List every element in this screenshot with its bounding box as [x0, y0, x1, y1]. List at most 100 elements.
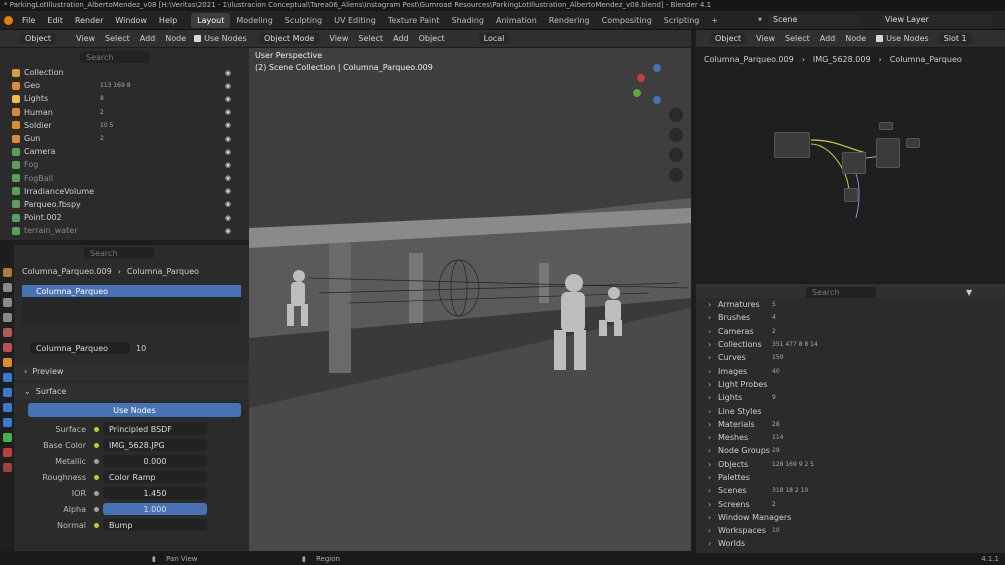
perspective-grid-icon[interactable]: [669, 168, 683, 182]
render-tab-icon[interactable]: [2, 283, 12, 292]
menu-window[interactable]: Window: [109, 11, 153, 30]
outliner-row[interactable]: Collection ◉: [12, 66, 249, 79]
principled-bsdf-node[interactable]: [876, 138, 900, 168]
bump-node[interactable]: [844, 188, 858, 202]
use-nodes-checkbox[interactable]: [194, 35, 202, 42]
menu-render[interactable]: Render: [69, 11, 109, 30]
chevron-right-icon[interactable]: ›: [708, 526, 718, 535]
datatree-row[interactable]: › Workspaces 10: [708, 524, 1005, 537]
view-menu-3d[interactable]: View: [329, 34, 348, 43]
material-slot-active[interactable]: Columna_Parqueo: [22, 285, 241, 297]
filter-icon[interactable]: ▼: [966, 288, 972, 297]
outliner-search-input[interactable]: Search: [80, 51, 150, 63]
add-workspace-icon[interactable]: +: [705, 11, 724, 30]
3d-viewport[interactable]: User Perspective (2) Scene Collection | …: [249, 48, 691, 551]
menu-help[interactable]: Help: [153, 11, 183, 30]
material-tab-icon[interactable]: [2, 448, 12, 457]
node-editor[interactable]: Columna_Parqueo.009 › IMG_5628.009 › Col…: [696, 48, 1005, 282]
datatree-row[interactable]: › Meshes 114: [708, 431, 1005, 444]
node-select-menu[interactable]: Select: [785, 34, 810, 43]
datatree-row[interactable]: › Brushes 4: [708, 311, 1005, 324]
chevron-right-icon[interactable]: ›: [708, 460, 718, 469]
visibility-eye-icon[interactable]: ◉: [225, 95, 231, 103]
view-layer-tab-icon[interactable]: [2, 313, 12, 322]
property-value-field[interactable]: IMG_5628.JPG: [103, 439, 207, 451]
tab-modeling[interactable]: Modeling: [230, 11, 278, 30]
texture-tab-icon[interactable]: [2, 463, 12, 472]
datatree-row[interactable]: › Scenes 318 18 2 10: [708, 484, 1005, 497]
chevron-right-icon[interactable]: ›: [708, 353, 718, 362]
node-view-menu[interactable]: View: [756, 34, 775, 43]
datatree-row[interactable]: › Window Managers: [708, 511, 1005, 524]
object-tab-icon[interactable]: [2, 358, 12, 367]
image-texture-node[interactable]: [774, 132, 810, 158]
outliner-row[interactable]: Lights 8 ◉: [12, 92, 249, 105]
visibility-eye-icon[interactable]: ◉: [225, 121, 231, 129]
chevron-right-icon[interactable]: ›: [708, 327, 718, 336]
datatree-row[interactable]: › Node Groups 29: [708, 444, 1005, 457]
datatree-search-input[interactable]: Search: [806, 286, 876, 299]
chevron-right-icon[interactable]: ›: [708, 313, 718, 322]
outliner-row[interactable]: Fog ◉: [12, 158, 249, 171]
datatree-row[interactable]: › Collections 351 477 8 8 14: [708, 338, 1005, 351]
node-node-menu[interactable]: Node: [845, 34, 866, 43]
texture-coord-node[interactable]: [879, 122, 893, 130]
select-menu[interactable]: Select: [105, 34, 130, 43]
property-value-field[interactable]: Bump: [103, 519, 207, 531]
transform-orientation[interactable]: Local: [478, 33, 510, 44]
datatree-row[interactable]: › Materials 28: [708, 418, 1005, 431]
chevron-right-icon[interactable]: ›: [708, 433, 718, 442]
datatree-row[interactable]: › Light Probes: [708, 378, 1005, 391]
editor-mode-dropdown[interactable]: Object: [20, 33, 57, 44]
visibility-eye-icon[interactable]: ◉: [225, 187, 231, 195]
chevron-right-icon[interactable]: ›: [708, 367, 718, 376]
property-value-field[interactable]: 0.000: [103, 455, 207, 467]
menu-file[interactable]: File: [16, 11, 41, 30]
property-value-field[interactable]: Color Ramp: [103, 471, 207, 483]
output-tab-icon[interactable]: [2, 298, 12, 307]
chevron-right-icon[interactable]: ›: [708, 486, 718, 495]
chevron-right-icon[interactable]: ›: [708, 340, 718, 349]
material-output-node[interactable]: [906, 138, 920, 148]
outliner-row[interactable]: FogBall ◉: [12, 172, 249, 185]
node-object-dropdown[interactable]: Object: [710, 33, 747, 44]
visibility-eye-icon[interactable]: ◉: [225, 214, 231, 222]
visibility-eye-icon[interactable]: ◉: [225, 161, 231, 169]
datatree-row[interactable]: › Lights 9: [708, 391, 1005, 404]
add-menu[interactable]: Add: [140, 34, 156, 43]
constraints-tab-icon[interactable]: [2, 418, 12, 427]
surface-section[interactable]: ⌄ Surface: [14, 383, 249, 400]
zoom-icon[interactable]: [669, 108, 683, 122]
preview-section[interactable]: › Preview: [14, 363, 249, 380]
select-menu-3d[interactable]: Select: [358, 34, 383, 43]
chevron-right-icon[interactable]: ›: [708, 539, 718, 548]
node-menu[interactable]: Node: [165, 34, 186, 43]
tab-shading[interactable]: Shading: [445, 11, 490, 30]
visibility-eye-icon[interactable]: ◉: [225, 69, 231, 77]
outliner-search[interactable]: Search: [0, 48, 249, 66]
scene-name[interactable]: Scene: [768, 14, 861, 25]
data-tab-icon[interactable]: [2, 433, 12, 442]
visibility-eye-icon[interactable]: ◉: [225, 108, 231, 116]
outliner-row[interactable]: Parqueo.fbspy ◉: [12, 198, 249, 211]
slot-dropdown[interactable]: Slot 1: [938, 33, 972, 44]
physics-tab-icon[interactable]: [2, 403, 12, 412]
tab-compositing[interactable]: Compositing: [596, 11, 658, 30]
property-value-field[interactable]: 1.000: [103, 503, 207, 515]
node-use-nodes-checkbox[interactable]: [876, 35, 884, 42]
view-layer-selector[interactable]: View Layer: [880, 14, 992, 25]
datatree-row[interactable]: › Palettes: [708, 471, 1005, 484]
pan-hand-icon[interactable]: [669, 128, 683, 142]
color-ramp-node[interactable]: [842, 152, 866, 174]
chevron-right-icon[interactable]: ›: [708, 473, 718, 482]
property-value-field[interactable]: 1.450: [103, 487, 207, 499]
visibility-eye-icon[interactable]: ◉: [225, 174, 231, 182]
tab-uv-editing[interactable]: UV Editing: [328, 11, 382, 30]
chevron-right-icon[interactable]: ›: [708, 380, 718, 389]
scene-selector[interactable]: ▾ Scene: [758, 14, 861, 25]
datatree-row[interactable]: › Curves 159: [708, 351, 1005, 364]
visibility-eye-icon[interactable]: ◉: [225, 135, 231, 143]
property-value-field[interactable]: Principled BSDF: [103, 423, 207, 435]
visibility-eye-icon[interactable]: ◉: [225, 148, 231, 156]
outliner-row[interactable]: IrradianceVolume ◉: [12, 185, 249, 198]
